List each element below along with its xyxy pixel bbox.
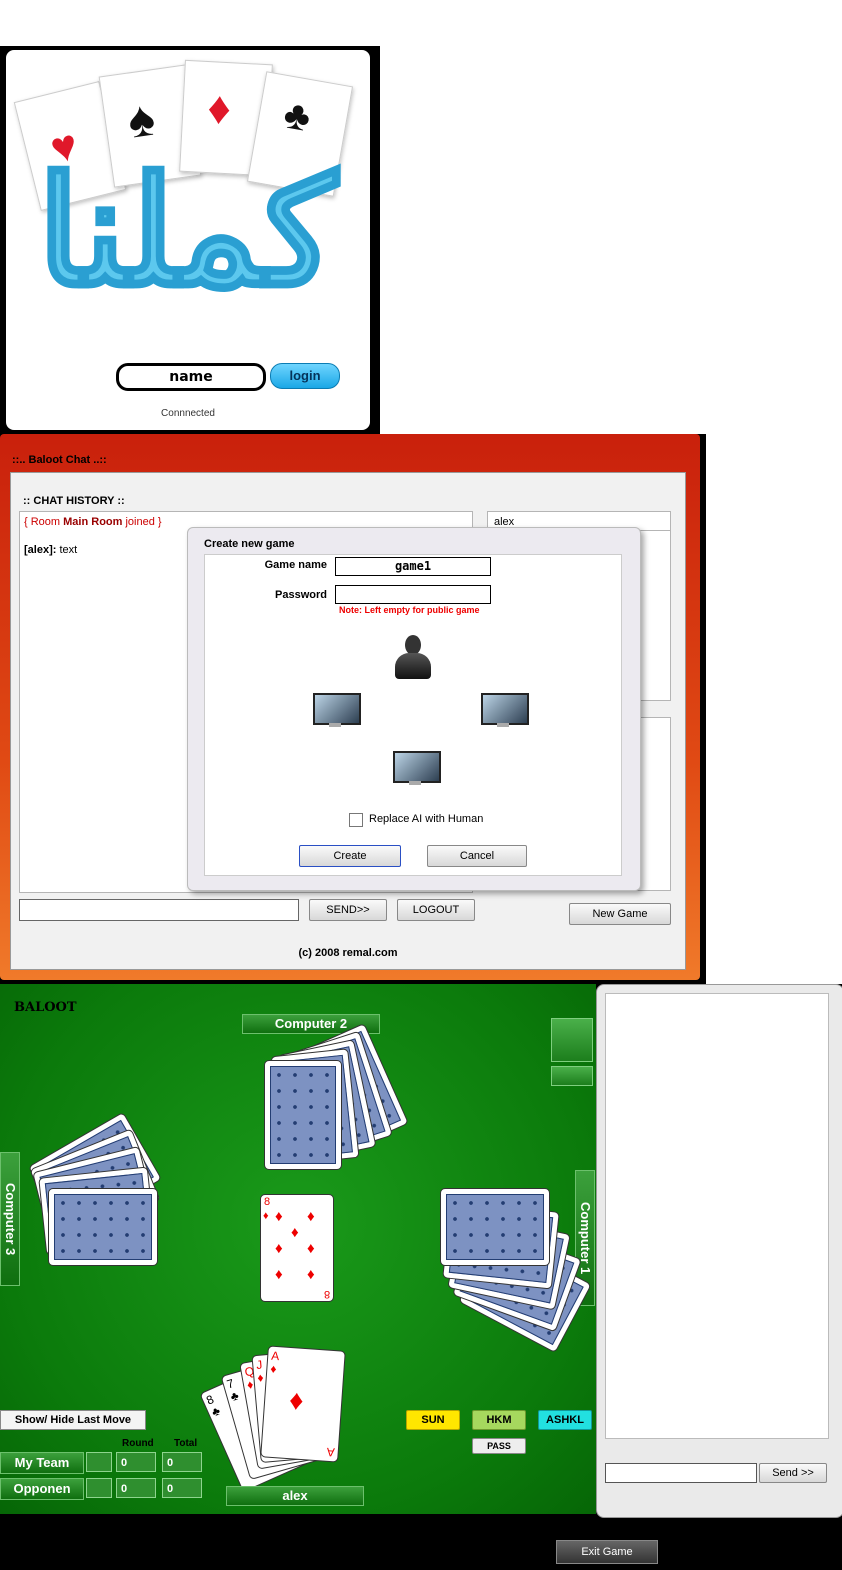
logout-button[interactable]: LOGOUT [397,899,475,921]
hand-card[interactable]: A ♦ ♦ A [260,1345,346,1463]
new-game-button[interactable]: New Game [569,903,671,925]
diamond-icon: ♦ [307,1208,315,1225]
login-panel: ♥ ♠ ♦ ♣ كملنا name login Connnected [0,46,380,436]
opponent-label: Opponen [0,1478,84,1500]
connection-status: Connnected [161,408,215,419]
create-button[interactable]: Create [299,845,401,867]
login-inner: ♥ ♠ ♦ ♣ كملنا name login Connnected [6,50,370,430]
game-title: BALOOT [14,1000,77,1015]
user-message: [alex]: text [24,544,77,556]
team-round-score: 0 [116,1452,156,1472]
copyright: (c) 2008 remal.com [298,947,398,959]
total-header: Total [174,1438,198,1449]
opponent-card [264,1060,342,1170]
center-card-rank-bottom: 8 [323,1288,330,1300]
system-suffix: joined } [122,516,162,528]
team-label: My Team [0,1452,84,1474]
opponent-card [440,1188,550,1266]
game-name-label: Game name [264,559,327,571]
opponent-card [48,1188,158,1266]
chat-window-title: ::.. Baloot Chat ..:: [12,454,107,466]
name-input[interactable]: name [116,363,266,391]
hand-card-rank-bottom: A [326,1444,336,1460]
score-spacer [86,1452,112,1472]
game-name-input[interactable]: game1 [335,557,491,576]
indicator-box [551,1018,593,1062]
chat-frame: ::.. Baloot Chat ..:: :: CHAT HISTORY ::… [0,434,700,980]
diamond-icon: ♦ [275,1266,283,1283]
opponent-round-score: 0 [116,1478,156,1498]
game-screen: BALOOT Computer 2 Computer 3 Computer 1 … [0,984,842,1570]
diamond-icon: ♦ [291,1224,299,1241]
diamond-icon: ♦ [307,1266,315,1283]
sun-button[interactable]: SUN [406,1410,460,1430]
dialog-title: Create new game [204,538,295,550]
diamond-icon: ♦ [275,1208,283,1225]
replace-ai-label: Replace AI with Human [369,813,484,825]
show-hide-last-move-button[interactable]: Show/ Hide Last Move [0,1410,146,1430]
human-player-icon [393,635,433,681]
system-prefix: { Room [24,516,64,528]
game-chat-input[interactable] [605,1463,757,1483]
computer-right-icon[interactable] [481,693,529,729]
password-label: Password [275,589,327,601]
login-button[interactable]: login [270,363,340,389]
hkm-button[interactable]: HKM [472,1410,526,1430]
computer-bottom-icon[interactable] [393,751,441,787]
cancel-button[interactable]: Cancel [427,845,527,867]
user-message-text: text [56,544,78,556]
game-chat-log [605,993,829,1439]
chat-body: :: CHAT HISTORY :: { Room Main Room join… [10,472,686,970]
exit-game-button[interactable]: Exit Game [556,1540,658,1564]
player-left-label: Computer 3 [0,1152,20,1286]
chat-message-input[interactable] [19,899,299,921]
system-room: Main Room [63,516,123,528]
computer-left-icon[interactable] [313,693,361,729]
replace-ai-checkbox[interactable] [349,813,363,827]
create-game-dialog: Create new game Game name game1 Password… [187,527,641,891]
chat-window: ::.. Baloot Chat ..:: :: CHAT HISTORY ::… [0,434,706,984]
password-input[interactable] [335,585,491,604]
ashkl-button[interactable]: ASHKL [538,1410,592,1430]
opponent-total-score: 0 [162,1478,202,1498]
diamond-icon: ♦ [288,1384,305,1416]
logo-text: كملنا [36,142,339,322]
diamond-icon: ♦ [307,1240,315,1257]
game-table: BALOOT Computer 2 Computer 3 Computer 1 … [0,984,596,1514]
diamond-icon: ♦ [263,1210,269,1222]
center-card-rank: 8 [264,1196,271,1208]
diamond-icon: ♦ [269,1361,277,1377]
score-spacer [86,1478,112,1498]
password-note: Note: Left empty for public game [339,605,480,615]
player-bottom-label: alex [226,1486,364,1506]
diamond-icon: ♦ [275,1240,283,1257]
center-card: 8 ♦ ♦ ♦ ♦ ♦ ♦ ♦ ♦ 8 [260,1194,334,1302]
chat-history-label: :: CHAT HISTORY :: [23,495,125,507]
club-icon: ♣ [228,1388,241,1405]
club-icon: ♣ [209,1403,223,1420]
game-chat-send-button[interactable]: Send >> [759,1463,827,1483]
system-message: { Room Main Room joined } [24,516,162,528]
game-chat-panel: Send >> [596,984,842,1518]
diamond-icon: ♦ [256,1370,265,1385]
pass-button[interactable]: PASS [472,1438,526,1454]
user-tag: [alex]: [24,544,57,556]
team-total-score: 0 [162,1452,202,1472]
round-header: Round [122,1438,154,1449]
send-button[interactable]: SEND>> [309,899,387,921]
indicator-small [551,1066,593,1086]
dialog-inner: Game name game1 Password Note: Left empt… [204,554,622,876]
